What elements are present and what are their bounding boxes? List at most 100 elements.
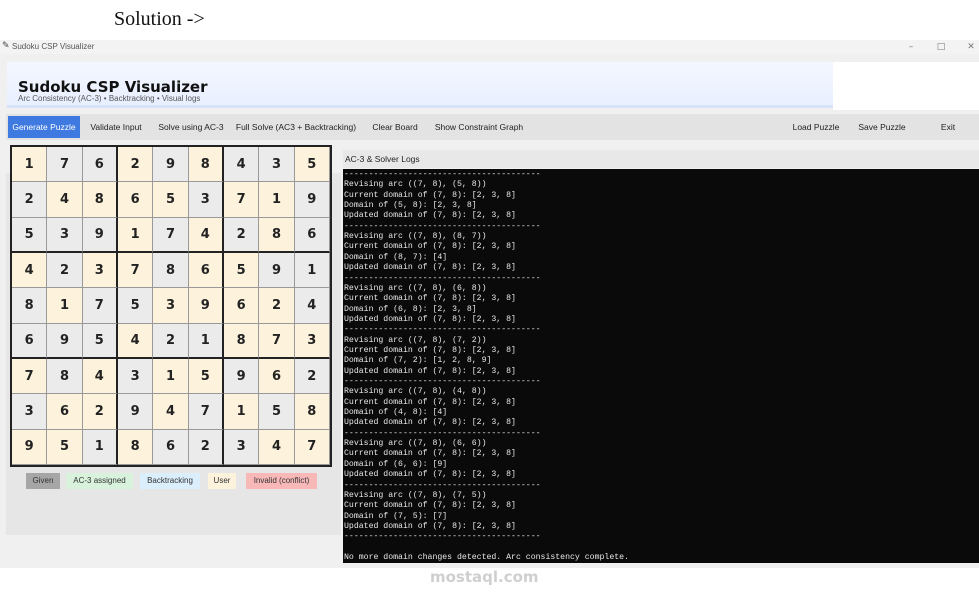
log-line: Domain of (6, 8): [2, 3, 8] [344, 304, 477, 314]
sudoku-cell[interactable]: 9 [259, 252, 295, 289]
sudoku-cell[interactable]: 8 [12, 288, 48, 324]
sudoku-cell[interactable]: 1 [47, 288, 83, 324]
sudoku-cell[interactable]: 9 [188, 288, 224, 324]
exit-button[interactable]: Exit [930, 116, 966, 138]
sudoku-cell[interactable]: 9 [153, 147, 189, 183]
sudoku-cell[interactable]: 9 [12, 429, 48, 465]
sudoku-cell[interactable]: 5 [82, 323, 118, 359]
sudoku-cell[interactable]: 5 [259, 394, 295, 430]
sudoku-cell[interactable]: 3 [188, 182, 224, 218]
sudoku-cell[interactable]: 2 [223, 217, 260, 253]
sudoku-cell[interactable]: 1 [12, 147, 48, 183]
sudoku-cell[interactable]: 5 [294, 147, 330, 183]
sudoku-cell[interactable]: 4 [12, 252, 48, 289]
sudoku-cell[interactable]: 1 [259, 182, 295, 218]
sudoku-cell[interactable]: 2 [188, 429, 224, 465]
sudoku-cell[interactable]: 4 [223, 147, 260, 183]
sudoku-cell[interactable]: 6 [12, 323, 48, 359]
load-puzzle-button[interactable]: Load Puzzle [786, 116, 846, 138]
sudoku-cell[interactable]: 2 [259, 288, 295, 324]
sudoku-cell[interactable]: 5 [47, 429, 83, 465]
full-solve-button[interactable]: Full Solve (AC3 + Backtracking) [234, 116, 358, 138]
show-constraint-graph-button[interactable]: Show Constraint Graph [430, 116, 528, 138]
sudoku-cell[interactable]: 5 [12, 217, 48, 253]
sudoku-cell[interactable]: 1 [153, 358, 189, 395]
sudoku-cell[interactable]: 7 [223, 182, 260, 218]
sudoku-cell[interactable]: 9 [82, 217, 118, 253]
app-subtitle: Arc Consistency (AC-3) • Backtracking • … [18, 94, 201, 103]
sudoku-cell[interactable]: 8 [153, 252, 189, 289]
sudoku-cell[interactable]: 5 [188, 358, 224, 395]
sudoku-cell[interactable]: 8 [188, 147, 224, 183]
sudoku-cell[interactable]: 7 [117, 252, 154, 289]
sudoku-cell[interactable]: 8 [259, 217, 295, 253]
legend-item: Invalid (conflict) [246, 473, 317, 489]
sudoku-cell[interactable]: 4 [294, 288, 330, 324]
sudoku-cell[interactable]: 6 [47, 394, 83, 430]
save-puzzle-button[interactable]: Save Puzzle [852, 116, 912, 138]
sudoku-cell[interactable]: 2 [82, 394, 118, 430]
sudoku-cell[interactable]: 2 [294, 358, 330, 395]
maximize-button[interactable]: □ [926, 40, 956, 54]
sudoku-cell[interactable]: 1 [223, 394, 260, 430]
sudoku-cell[interactable]: 9 [47, 323, 83, 359]
sudoku-cell[interactable]: 3 [153, 288, 189, 324]
sudoku-cell[interactable]: 6 [82, 147, 118, 183]
solver-log-console[interactable]: ----------------------------------------… [343, 169, 979, 563]
sudoku-cell[interactable]: 8 [294, 394, 330, 430]
sudoku-cell[interactable]: 5 [223, 252, 260, 289]
sudoku-cell[interactable]: 3 [117, 358, 154, 395]
sudoku-cell[interactable]: 4 [82, 358, 118, 395]
sudoku-cell[interactable]: 6 [117, 182, 154, 218]
sudoku-cell[interactable]: 4 [153, 394, 189, 430]
generate-puzzle-button[interactable]: Generate Puzzle [8, 116, 80, 138]
sudoku-cell[interactable]: 7 [188, 394, 224, 430]
sudoku-cell[interactable]: 3 [259, 147, 295, 183]
sudoku-cell[interactable]: 4 [188, 217, 224, 253]
sudoku-cell[interactable]: 2 [117, 147, 154, 183]
sudoku-cell[interactable]: 2 [153, 323, 189, 359]
log-line: Revising arc ((7, 8), (7, 5)) [344, 490, 487, 500]
sudoku-cell[interactable]: 6 [223, 288, 260, 324]
sudoku-cell[interactable]: 3 [47, 217, 83, 253]
sudoku-cell[interactable]: 3 [223, 429, 260, 465]
log-line: Domain of (7, 2): [1, 2, 8, 9] [344, 356, 492, 366]
sudoku-cell[interactable]: 8 [117, 429, 154, 465]
sudoku-cell[interactable]: 7 [153, 217, 189, 253]
sudoku-cell[interactable]: 6 [294, 217, 330, 253]
sudoku-cell[interactable]: 4 [117, 323, 154, 359]
sudoku-cell[interactable]: 7 [12, 358, 48, 395]
sudoku-cell[interactable]: 5 [117, 288, 154, 324]
sudoku-cell[interactable]: 8 [82, 182, 118, 218]
sudoku-cell[interactable]: 3 [82, 252, 118, 289]
sudoku-cell[interactable]: 6 [259, 358, 295, 395]
validate-input-button[interactable]: Validate Input [84, 116, 148, 138]
sudoku-cell[interactable]: 1 [294, 252, 330, 289]
sudoku-cell[interactable]: 9 [223, 358, 260, 395]
sudoku-cell[interactable]: 8 [47, 358, 83, 395]
sudoku-cell[interactable]: 8 [223, 323, 260, 359]
sudoku-cell[interactable]: 1 [188, 323, 224, 359]
sudoku-cell[interactable]: 5 [153, 182, 189, 218]
sudoku-cell[interactable]: 6 [188, 252, 224, 289]
sudoku-cell[interactable]: 9 [117, 394, 154, 430]
legend-item: Given [26, 473, 60, 489]
sudoku-cell[interactable]: 7 [294, 429, 330, 465]
sudoku-cell[interactable]: 7 [259, 323, 295, 359]
close-button[interactable]: ✕ [956, 40, 979, 54]
sudoku-cell[interactable]: 2 [47, 252, 83, 289]
clear-board-button[interactable]: Clear Board [366, 116, 424, 138]
sudoku-cell[interactable]: 7 [47, 147, 83, 183]
sudoku-cell[interactable]: 3 [294, 323, 330, 359]
minimize-button[interactable]: – [896, 40, 926, 54]
sudoku-cell[interactable]: 2 [12, 182, 48, 218]
sudoku-cell[interactable]: 7 [82, 288, 118, 324]
sudoku-cell[interactable]: 1 [117, 217, 154, 253]
sudoku-cell[interactable]: 3 [12, 394, 48, 430]
sudoku-cell[interactable]: 4 [259, 429, 295, 465]
sudoku-cell[interactable]: 4 [47, 182, 83, 218]
solve-ac3-button[interactable]: Solve using AC-3 [152, 116, 230, 138]
sudoku-cell[interactable]: 9 [294, 182, 330, 218]
sudoku-cell[interactable]: 6 [153, 429, 189, 465]
sudoku-cell[interactable]: 1 [82, 429, 118, 465]
